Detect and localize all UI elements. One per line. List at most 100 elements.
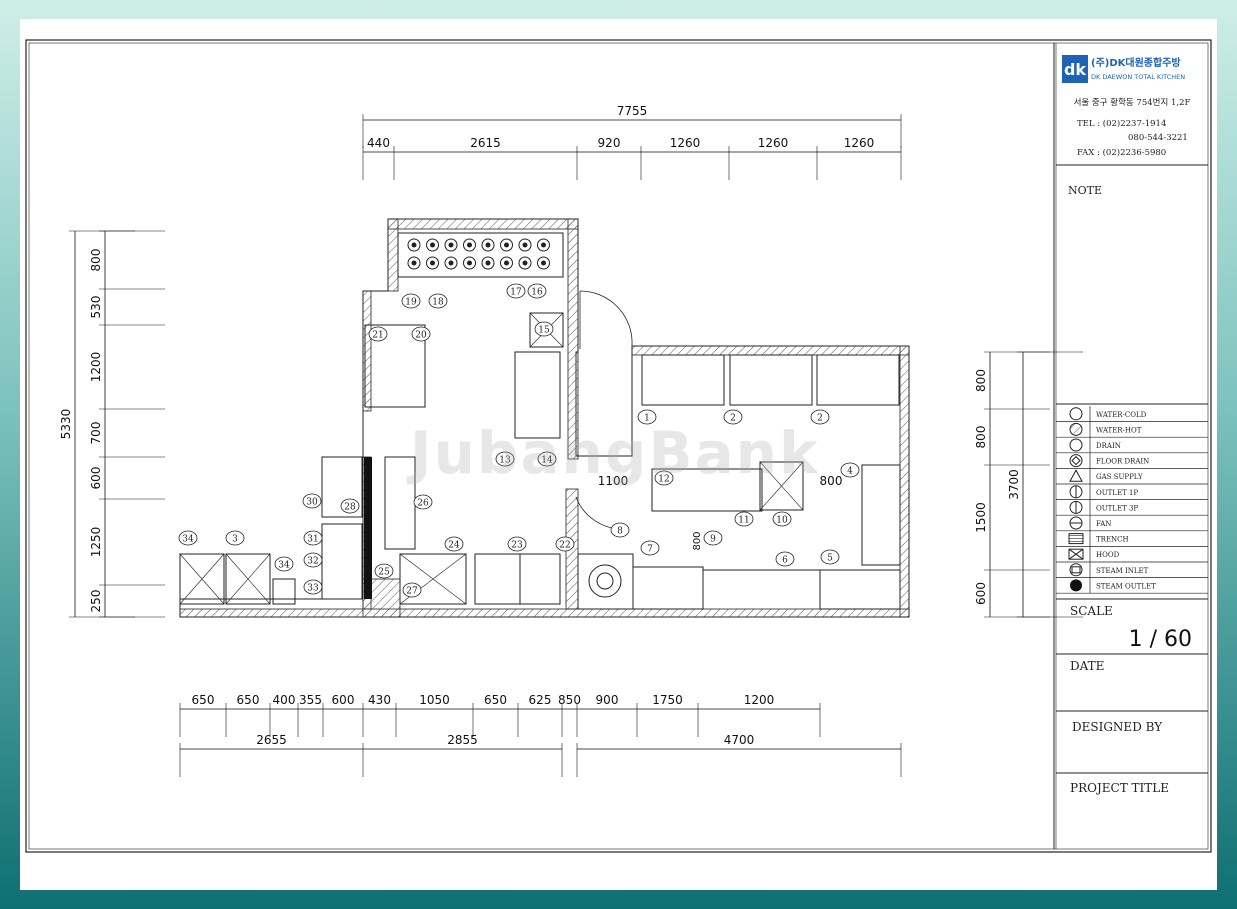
bottom-dimension: 430 xyxy=(368,693,391,707)
top-total-dimension: 7755 xyxy=(617,104,648,118)
left-dimension: 530 xyxy=(89,296,103,319)
filled-hex-icon xyxy=(1070,579,1082,592)
drawing-sheet: dk (주)DK대원종합주방 DK DAEWON TOTAL KITCHEN 서… xyxy=(20,19,1217,890)
top-dimension: 920 xyxy=(598,136,621,150)
bottom-dimension: 650 xyxy=(237,693,260,707)
left-dimension: 600 xyxy=(89,467,103,490)
bottom-dimension: 650 xyxy=(484,693,507,707)
svg-text:18: 18 xyxy=(432,298,444,308)
equipment-number: 32 xyxy=(303,552,323,568)
svg-text:7: 7 xyxy=(647,545,653,555)
equipment-number: 7 xyxy=(640,540,660,556)
equipment-number: 22 xyxy=(555,536,575,552)
company-fax: FAX : (02)2236-5980 xyxy=(1077,147,1166,158)
bottom-dimension: 1750 xyxy=(652,693,683,707)
svg-text:11: 11 xyxy=(738,516,749,526)
svg-text:27: 27 xyxy=(406,587,418,597)
svg-text:20: 20 xyxy=(415,331,427,341)
equipment-number: 8 xyxy=(610,522,630,538)
legend-label: TRENCH xyxy=(1096,536,1129,544)
svg-text:26: 26 xyxy=(417,499,429,509)
equipment-number: 25 xyxy=(374,563,394,579)
svg-text:dk: dk xyxy=(1064,60,1086,79)
title-block: dk (주)DK대원종합주방 DK DAEWON TOTAL KITCHEN 서… xyxy=(1053,43,1208,849)
equipment-number: 15 xyxy=(534,321,554,337)
bottom-total-dimension: 4700 xyxy=(724,733,755,747)
company-address: 서울 중구 황학동 754번지 1,2F xyxy=(1074,97,1191,108)
legend-label: HOOD xyxy=(1096,551,1120,559)
note-label: NOTE xyxy=(1068,184,1102,197)
svg-text:6: 6 xyxy=(782,556,788,566)
right-dimension: 1500 xyxy=(974,502,988,533)
equipment-number: 34 xyxy=(178,530,198,546)
legend-label: STEAM OUTLET xyxy=(1096,582,1156,590)
circle-vline-icon xyxy=(1069,485,1083,499)
svg-text:24: 24 xyxy=(448,541,460,551)
top-dimension: 1260 xyxy=(758,136,789,150)
project-title-label: PROJECT TITLE xyxy=(1070,781,1169,795)
svg-text:22: 22 xyxy=(559,541,570,551)
bottom-dimension: 900 xyxy=(596,693,619,707)
equipment-number: 3 xyxy=(225,530,245,546)
equipment-number: 11 xyxy=(734,511,754,527)
left-dimension: 1250 xyxy=(89,527,103,558)
scale-value: 1 / 60 xyxy=(1129,627,1192,652)
equipment-number: 17 xyxy=(506,283,526,299)
equipment-number: 21 xyxy=(368,326,388,342)
left-total-dimension: 5330 xyxy=(59,409,73,440)
svg-text:25: 25 xyxy=(378,568,390,578)
equipment-number: 23 xyxy=(507,536,527,552)
top-dimension: 1260 xyxy=(670,136,701,150)
equipment-number: 4 xyxy=(840,462,860,478)
top-dimension: 1260 xyxy=(844,136,875,150)
top-dimension: 440 xyxy=(367,136,390,150)
x-box-icon xyxy=(1068,548,1084,560)
date-label: DATE xyxy=(1070,659,1104,673)
diamond-circle-icon xyxy=(1069,454,1083,468)
left-dimension: 800 xyxy=(89,249,103,272)
equipment-number: 28 xyxy=(340,498,360,514)
hatched-circle-icon xyxy=(1069,422,1083,436)
legend-label: STEAM INLET xyxy=(1096,567,1149,575)
svg-text:5: 5 xyxy=(827,554,833,564)
equipment-number: 26 xyxy=(413,494,433,510)
svg-text:34: 34 xyxy=(182,535,194,545)
legend-label: OUTLET 3P xyxy=(1096,504,1138,512)
legend-label: FLOOR DRAIN xyxy=(1096,458,1149,466)
company-tel2: 080-544-3221 xyxy=(1128,133,1188,143)
svg-text:33: 33 xyxy=(307,584,319,594)
legend-label: DRAIN xyxy=(1096,442,1121,450)
svg-text:30: 30 xyxy=(306,498,318,508)
svg-text:4: 4 xyxy=(847,467,853,477)
bottom-dimension: 1050 xyxy=(419,693,450,707)
designed-by-label: DESIGNED BY xyxy=(1072,720,1163,734)
equipment-number: 27 xyxy=(402,582,422,598)
company-name-ko: (주)DK대원종합주방 xyxy=(1091,56,1181,69)
legend-label: FAN xyxy=(1096,520,1111,528)
legend-label: WATER-COLD xyxy=(1096,411,1147,419)
inner-dimension: 800 xyxy=(820,474,843,488)
circle-hline-icon xyxy=(1069,516,1083,530)
equipment-number: 19 xyxy=(401,293,421,309)
circle-icon xyxy=(1069,407,1083,421)
equipment-number: 30 xyxy=(302,493,322,509)
equipment-number: 20 xyxy=(411,326,431,342)
equipment-number: 18 xyxy=(428,293,448,309)
bottom-total-dimension: 2655 xyxy=(256,733,287,747)
scale-label: SCALE xyxy=(1070,604,1113,618)
right-total-dimension: 3700 xyxy=(1007,469,1021,500)
bottom-dimension: 850 xyxy=(558,693,581,707)
svg-text:16: 16 xyxy=(531,288,543,298)
left-dimension: 1200 xyxy=(89,352,103,383)
svg-text:3: 3 xyxy=(232,535,238,545)
company-name-en: DK DAEWON TOTAL KITCHEN xyxy=(1091,73,1185,81)
bottom-dimension: 355 xyxy=(299,693,322,707)
svg-text:8: 8 xyxy=(617,527,623,537)
legend-label: OUTLET 1P xyxy=(1096,489,1138,497)
legend-table: WATER-COLD WATER-HOT DRAIN FLOOR DRAIN GAS S… xyxy=(1056,406,1208,594)
top-dimension: 2615 xyxy=(470,136,501,150)
floor-plan xyxy=(179,218,910,618)
equipment-number: 6 xyxy=(775,551,795,567)
equipment-number: 10 xyxy=(772,511,792,527)
svg-text:15: 15 xyxy=(538,326,550,336)
